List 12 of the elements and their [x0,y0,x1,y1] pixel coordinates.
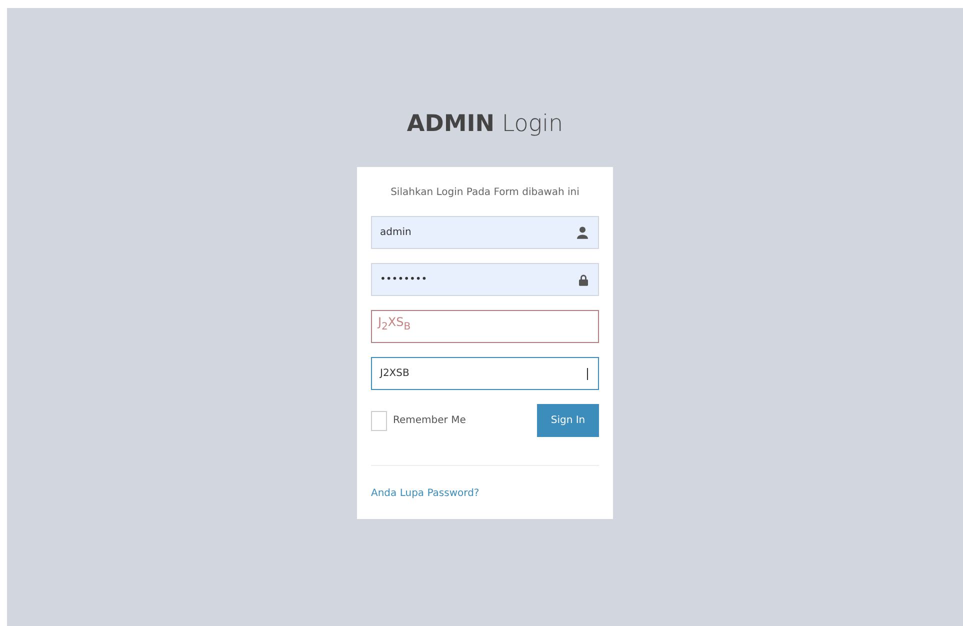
forgot-password-link[interactable]: Anda Lupa Password? [371,488,599,499]
page-title: ADMIN Login [406,110,564,139]
username-field[interactable]: admin [371,216,599,249]
password-field[interactable]: •••••••• [371,263,599,296]
sign-in-button[interactable]: Sign In [537,404,599,437]
remember-label: Remember Me [393,415,466,426]
login-message: Silahkan Login Pada Form dibawah ini [390,187,580,198]
captcha-image: J$_{2}$XS$_{B}$ [371,310,599,343]
captcha-input-field[interactable]: J2XSB [371,357,599,390]
remember-checkbox[interactable] [371,410,387,430]
user-icon [577,226,588,239]
lock-icon [579,274,588,286]
